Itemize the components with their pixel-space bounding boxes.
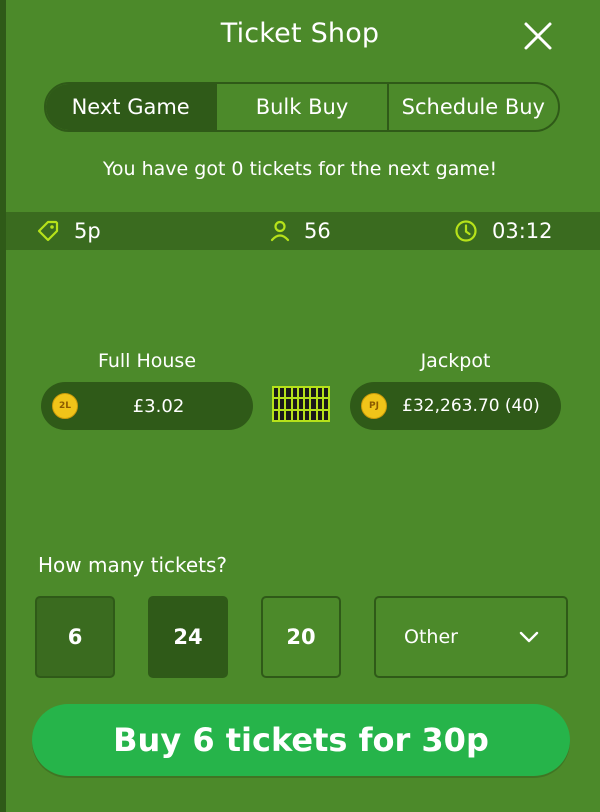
ticket-price-value: 5p (74, 219, 101, 243)
quantity-option-6[interactable]: 6 (35, 596, 115, 678)
background-strip (0, 0, 6, 812)
player-count: 56 (270, 212, 331, 250)
tab-next-game[interactable]: Next Game (46, 84, 216, 130)
tab-schedule-buy[interactable]: Schedule Buy (386, 84, 558, 130)
game-timer: 03:12 (454, 212, 553, 250)
quantity-option-24[interactable]: 24 (148, 596, 228, 678)
quantity-option-20[interactable]: 20 (261, 596, 341, 678)
jackpot-prize: PJ £32,263.70 (40) (350, 382, 561, 430)
clock-icon (455, 220, 477, 242)
buy-tickets-button[interactable]: Buy 6 tickets for 30p (32, 704, 570, 776)
close-icon (524, 22, 552, 50)
chevron-down-icon (519, 631, 539, 643)
ticket-count-notice: You have got 0 tickets for the next game… (102, 158, 498, 180)
full-house-label: Full House (97, 350, 197, 372)
close-button[interactable] (520, 18, 556, 54)
page-title: Ticket Shop (220, 18, 380, 49)
quantity-prompt: How many tickets? (38, 553, 228, 577)
game-info-bar: 5p 56 03:12 (6, 212, 600, 250)
full-house-coin-icon: 2L (52, 393, 78, 419)
price-tag-icon (37, 220, 59, 242)
tab-bar: Next Game Bulk Buy Schedule Buy (44, 82, 560, 132)
bingo-ticket-grid-icon (272, 386, 330, 422)
ticket-price: 5p (36, 212, 101, 250)
player-count-value: 56 (304, 219, 331, 243)
full-house-prize: 2L £3.02 (41, 382, 253, 430)
tab-bulk-buy[interactable]: Bulk Buy (215, 84, 386, 130)
full-house-value: £3.02 (132, 395, 185, 417)
jackpot-label: Jackpot (420, 350, 491, 372)
quantity-other-select[interactable]: Other (374, 596, 568, 678)
user-icon (270, 220, 290, 242)
jackpot-coin-icon: PJ (361, 393, 387, 419)
quantity-other-label: Other (404, 626, 458, 648)
jackpot-value: £32,263.70 (40) (402, 396, 540, 416)
timer-value: 03:12 (492, 219, 553, 243)
